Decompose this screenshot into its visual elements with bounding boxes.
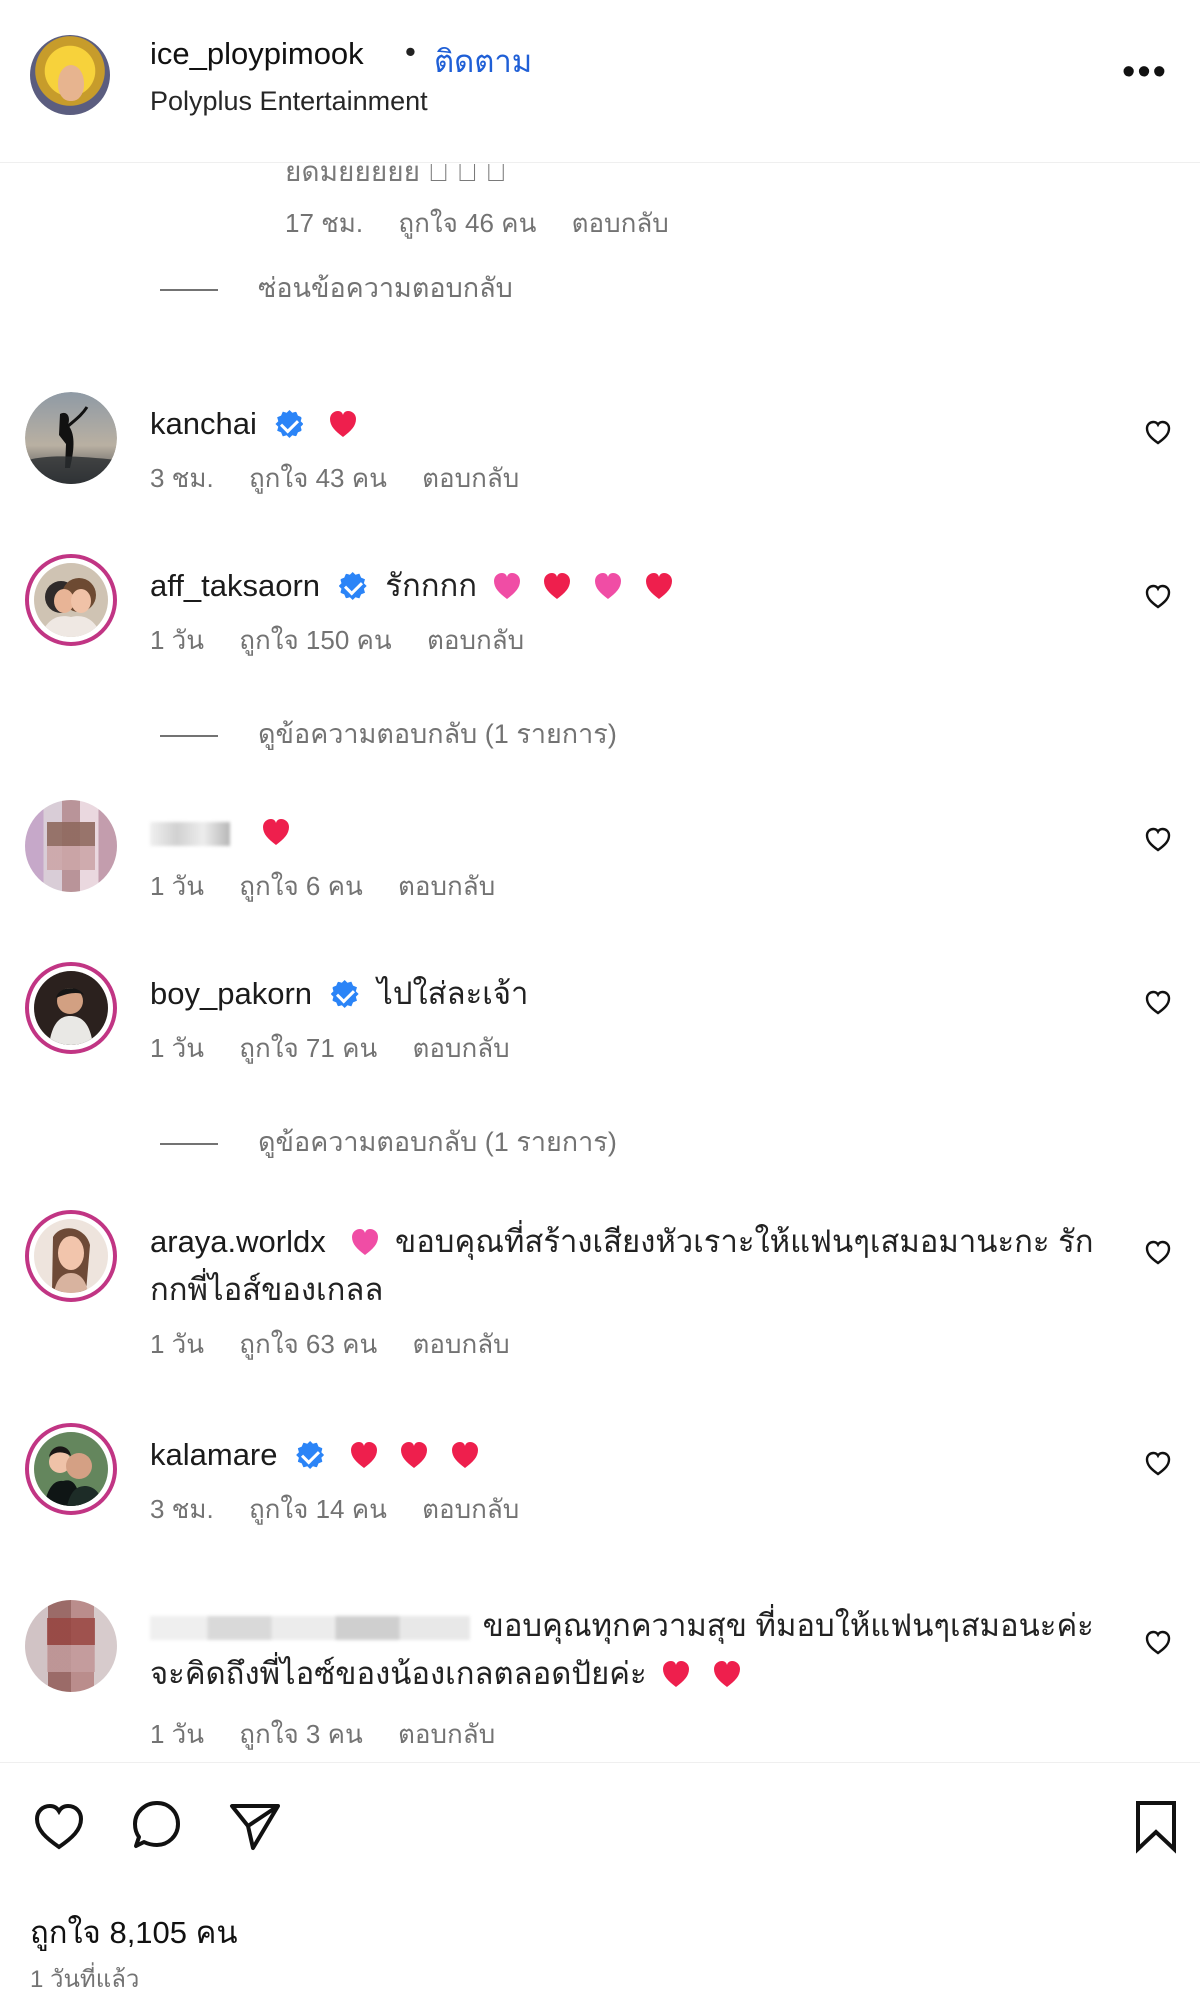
username-kanchai[interactable]: kanchai [150,406,257,441]
username-kalamare[interactable]: kalamare [150,1437,278,1472]
comment-time: 1 วัน [150,1329,205,1359]
comment-icon[interactable] [128,1797,186,1855]
red-heart-emoji-icon [449,1439,481,1471]
pink-heart-emoji-icon [491,570,523,602]
reply-button[interactable]: ตอบกลับ [422,1494,519,1524]
bookmark-icon[interactable] [1127,1797,1185,1855]
comment-meta: 1 วัน ถูกใจ 3 คน ตอบกลับ [150,1714,523,1755]
pink-heart-emoji-icon [592,570,624,602]
comment-line: boy_pakorn ไปใส่ละเจ้า [150,970,1100,1018]
post-header: ice_ploypimook • ติดตาม Polyplus Enterta… [0,0,1200,163]
comment-meta: 1 วัน ถูกใจ 6 คน ตอบกลับ [150,866,523,907]
comment-time: 1 วัน [150,871,205,901]
post-actions-footer: ถูกใจ 8,105 คน 1 วันที่แล้ว [0,1762,1200,2004]
owner-avatar[interactable] [30,35,110,115]
comment-time: 3 ชม. [150,463,214,493]
comments-feed[interactable]: ยดมยยยยย 🏻 🏻 🏻 17 ชม. ถูกใจ 46 คน ตอบกลั… [0,0,1200,1760]
avatar-araya-worldx[interactable] [25,1210,117,1302]
comment-text: รักกกก [385,568,478,603]
comment-line: aff_taksaorn รักกกก [150,562,1100,610]
post-timestamp[interactable]: 1 วันที่แล้ว [30,1959,139,1998]
comment-time: 3 ชม. [150,1494,214,1524]
pixelated-avatar[interactable] [25,800,117,892]
comment-line: kalamare [150,1431,1100,1479]
reply-button[interactable]: ตอบกลับ [398,1719,495,1749]
share-icon[interactable] [226,1797,284,1855]
reply-button[interactable]: ตอบกลับ [572,208,669,238]
red-heart-emoji-icon [660,1658,692,1690]
comment-likes[interactable]: ถูกใจ 3 คน [239,1719,363,1749]
comment-line: ขอบคุณทุกความสุข ที่มอบให้แฟนๆเสมอนะค่ะ … [150,1602,1100,1698]
like-comment-button[interactable] [1140,414,1176,450]
reply-button[interactable]: ตอบกลับ [412,1033,509,1063]
username-boy-pakorn[interactable]: boy_pakorn [150,976,312,1011]
red-heart-emoji-icon [398,1439,430,1471]
pink-heart-emoji-icon [349,1226,381,1258]
comment-time: 1 วัน [150,625,205,655]
red-heart-emoji-icon [260,816,292,848]
red-heart-emoji-icon [541,570,573,602]
comment-line: kanchai [150,400,1100,448]
comment-likes[interactable]: ถูกใจ 71 คน [239,1033,377,1063]
username-aff-taksaorn[interactable]: aff_taksaorn [150,568,320,603]
view-replies-button[interactable]: ดูข้อความตอบกลับ (1 รายการ) [160,1120,617,1163]
avatar-kanchai[interactable] [25,392,117,484]
comment-time: 17 ชม. [285,208,364,238]
comment-line [150,808,1100,856]
pixelated-avatar[interactable] [25,1600,117,1692]
red-heart-emoji-icon [643,570,675,602]
like-comment-button[interactable] [1140,1624,1176,1660]
username-araya-worldx[interactable]: araya.worldx [150,1224,326,1259]
like-comment-button[interactable] [1140,1234,1176,1270]
comment-likes[interactable]: ถูกใจ 6 คน [239,871,363,901]
comment-line: araya.worldx ขอบคุณที่สร้างเสียงหัวเราะใ… [150,1218,1100,1314]
view-replies-button[interactable]: ดูข้อความตอบกลับ (1 รายการ) [160,712,617,755]
comment-meta: 3 ชม. ถูกใจ 14 คน ตอบกลับ [150,1489,547,1530]
comment-likes[interactable]: ถูกใจ 46 คน [398,208,536,238]
like-comment-button[interactable] [1140,984,1176,1020]
blurred-username [150,1615,470,1640]
verified-badge-icon [338,572,367,600]
owner-username[interactable]: ice_ploypimook [150,36,364,72]
more-options-icon[interactable]: ••• [1120,53,1170,92]
comment-meta: 3 ชม. ถูกใจ 43 คน ตอบกลับ [150,458,547,499]
comment-meta: 1 วัน ถูกใจ 150 คน ตอบกลับ [150,620,552,661]
owner-subtitle: Polyplus Entertainment [150,86,428,116]
comment-time: 1 วัน [150,1033,205,1063]
comment-likes[interactable]: ถูกใจ 63 คน [239,1329,377,1359]
reply-button[interactable]: ตอบกลับ [427,625,524,655]
reply-button[interactable]: ตอบกลับ [422,463,519,493]
blurred-username [150,821,230,846]
avatar-kalamare[interactable] [25,1423,117,1515]
comment-text: ไปใส่ละเจ้า [377,976,529,1011]
like-comment-button[interactable] [1140,821,1176,857]
reply-button[interactable]: ตอบกลับ [398,871,495,901]
post-likes-count[interactable]: ถูกใจ 8,105 คน [30,1907,238,1957]
comment-likes[interactable]: ถูกใจ 43 คน [249,463,387,493]
header-separator: • [405,34,416,69]
red-heart-emoji-icon [348,1439,380,1471]
follow-button[interactable]: ติดตาม [434,36,532,86]
verified-badge-icon [330,980,359,1008]
like-comment-button[interactable] [1140,1445,1176,1481]
comment-likes[interactable]: ถูกใจ 14 คน [249,1494,387,1524]
comment-meta: 1 วัน ถูกใจ 71 คน ตอบกลับ [150,1028,538,1069]
reply-button[interactable]: ตอบกลับ [412,1329,509,1359]
red-heart-emoji-icon [711,1658,743,1690]
partial-comment-meta: 17 ชม. ถูกใจ 46 คน ตอบกลับ [285,203,697,244]
verified-badge-icon [275,410,304,438]
red-heart-emoji-icon [327,408,359,440]
comment-meta: 1 วัน ถูกใจ 63 คน ตอบกลับ [150,1324,538,1365]
heart-icon[interactable] [30,1797,88,1855]
comment-time: 1 วัน [150,1719,205,1749]
avatar-aff-taksaorn[interactable] [25,554,117,646]
like-comment-button[interactable] [1140,578,1176,614]
verified-badge-icon [296,1441,325,1469]
hide-replies-button[interactable]: ซ่อนข้อความตอบกลับ [160,266,513,309]
avatar-boy-pakorn[interactable] [25,962,117,1054]
comment-likes[interactable]: ถูกใจ 150 คน [239,625,391,655]
